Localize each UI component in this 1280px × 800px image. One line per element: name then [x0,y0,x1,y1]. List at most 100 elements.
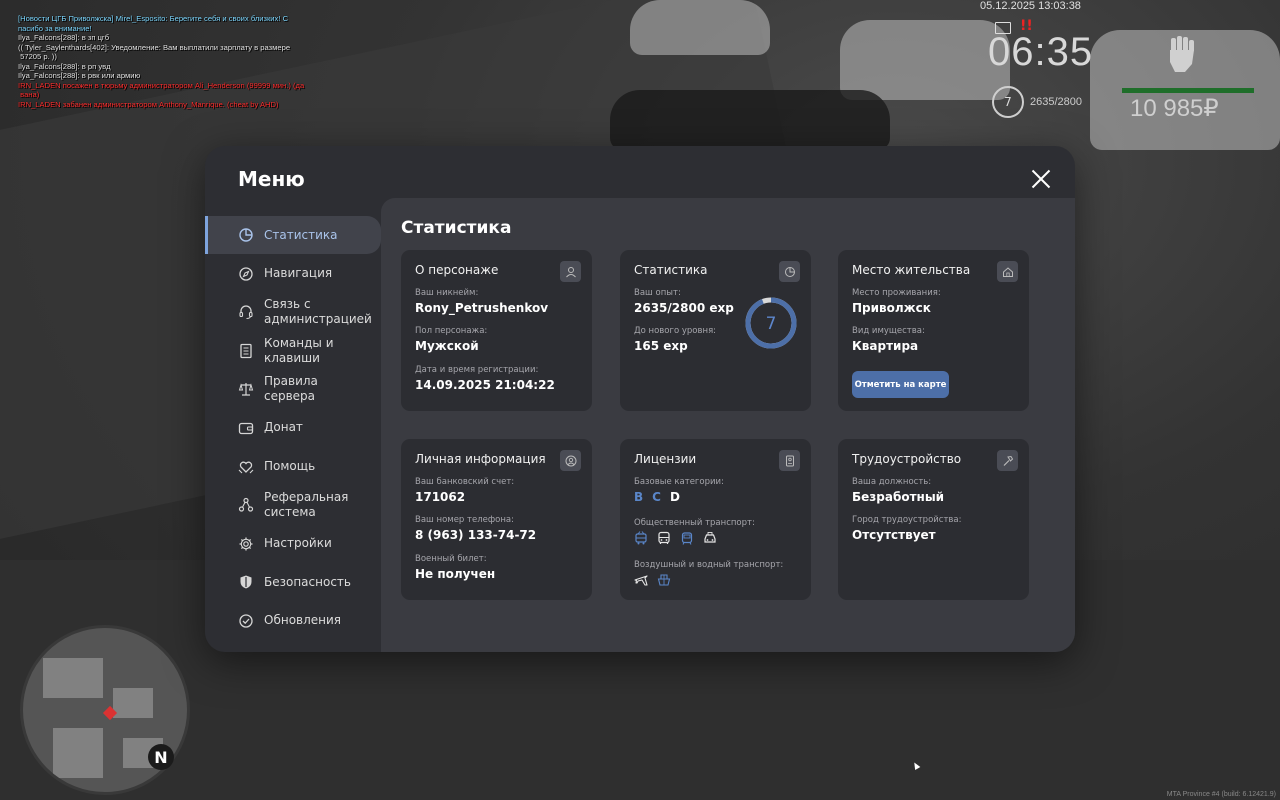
chat-line: IRN_LADEN забанен администратором Anthon… [18,99,279,109]
chat-line: Ilya_Falcons[288]: в зп цгб [18,33,110,42]
exp-label: Ваш опыт: [634,288,681,298]
card-employment: Трудоустройство Ваша должность: Безработ… [838,439,1029,600]
health-bar [1122,88,1254,93]
registration-label: Дата и время регистрации: [415,365,539,375]
sidebar-item[interactable]: Связь с администрацией [205,293,381,331]
nickname-label: Ваш никнейм: [415,288,479,298]
north-indicator: N [148,744,174,770]
tram-icon [681,532,693,545]
hammer-icon [997,450,1018,471]
next-level-label: До нового уровня: [634,326,717,336]
bank-account-value: 171062 [415,490,466,504]
sidebar-item[interactable]: Безопасность [205,563,381,601]
card-licenses: Лицензии Базовые категории: BCD Обществе… [620,439,811,600]
content-title: Статистика [401,218,512,238]
sidebar-item-label: Донат [264,420,303,435]
registration-value: 14.09.2025 21:04:22 [415,378,555,392]
sidebar-item[interactable]: Реферальная система [205,486,381,524]
job-position-label: Ваша должность: [852,477,932,487]
gender-value: Мужской [415,339,479,353]
build-info: MTA Province #4 (build: 6.12421.9) [1166,791,1276,798]
sidebar-item-label: Реферальная система [264,490,349,520]
chat-line: (( Tyler_Saylenthards[402]: Уведомление:… [18,42,291,52]
card-personal: Личная информация Ваш банковский счет: 1… [401,439,592,600]
card-title: Лицензии [634,452,697,466]
sidebar-item[interactable]: Навигация [205,255,381,293]
home-icon [997,261,1018,282]
chat-line: 57205 р. )) [18,52,57,61]
pie-chart-icon [779,261,800,282]
license-category: C [652,490,661,504]
phone-label: Ваш номер телефона: [415,515,514,525]
sidebar-item-label: Обновления [264,613,342,628]
public-transport-label: Общественный транспорт: [634,518,755,528]
sidebar-item[interactable]: Помощь [205,448,381,486]
sidebar-item[interactable]: Донат [205,409,381,447]
public-transport-icons [634,531,717,545]
menu-title: Меню [238,167,305,191]
hud-date: 05.12.2025 13:03:38 [980,0,1081,12]
chat-log: [Новости ЦГБ Приволжска] Mirel_Esposito:… [18,14,358,109]
level-progress-ring: 7 [745,297,797,349]
chat-line: пасибо за внимание! [18,23,92,33]
content-panel: Статистика О персонаже Ваш никнейм: Rony… [381,198,1075,652]
sidebar-item[interactable]: Настройки [205,525,381,563]
chat-line: Ilya_Falcons[288]: в рп увд [18,61,111,71]
job-city-label: Город трудоустройства: [852,515,962,525]
hud-money: 10 985₽ [1130,95,1219,122]
mark-on-map-button[interactable]: Отметить на карте [852,371,949,398]
sidebar-item-label: Команды и клавиши [264,335,334,365]
sidebar-item-label: Статистика [264,227,338,242]
sidebar: Статистика Навигация Связь с администрацие… [205,216,381,641]
trolleybus-icon [635,531,647,545]
card-residence: Место жительства Место проживания: Приво… [838,250,1029,411]
air-water-icons [634,573,671,587]
update-check-icon [239,614,253,628]
gender-label: Пол персонажа: [415,326,488,336]
sidebar-item-label: Навигация [264,266,333,281]
taxi-icon [704,532,716,543]
gear-icon [239,537,253,551]
scales-icon [238,383,254,396]
exp-value: 2635/2800 exp [634,301,734,315]
boat-icon [657,574,671,586]
sidebar-item[interactable]: Обновления [205,602,381,640]
user-circle-icon [560,450,581,471]
job-city-value: Отсутствует [852,528,936,542]
card-stats: Статистика Ваш опыт: 2635/2800 exp До но… [620,250,811,411]
menu-window: Меню Статистика Навигация Связь с админист… [205,146,1075,652]
bank-account-label: Ваш банковский счет: [415,477,515,487]
fist-icon [1170,36,1194,72]
residence-place-label: Место проживания: [852,288,941,298]
air-water-transport-label: Воздушный и водный транспорт: [634,560,784,570]
base-categories: BCD [634,490,680,504]
license-category: B [634,490,644,504]
sidebar-item[interactable]: Правила сервера [205,370,381,408]
property-type-label: Вид имущества: [852,326,925,336]
heart-hands-icon [238,461,254,473]
next-level-value: 165 exp [634,339,688,353]
referral-network-icon [238,498,254,512]
compass-icon [239,266,253,281]
sidebar-item-label: Безопасность [264,574,351,589]
card-title: Место жительства [852,263,971,277]
military-id-value: Не получен [415,567,496,581]
close-button[interactable] [1030,168,1052,190]
license-category: D [669,490,680,504]
sidebar-item-label: Связь с администрацией [264,297,372,327]
hud-time: 06:35 [988,30,1094,74]
chat-line: [Новости ЦГБ Приволжска] Mirel_Esposito:… [18,14,289,23]
job-position-value: Безработный [852,490,945,504]
sidebar-item-label: Настройки [264,536,332,551]
sidebar-item-label: Помощь [264,459,316,474]
shield-icon [240,575,252,589]
user-icon [560,261,581,282]
sidebar-item[interactable]: Статистика [205,216,381,254]
sidebar-item[interactable]: Команды и клавиши [205,332,381,370]
chat-line: Ilya_Falcons[288]: в рвк или армию [18,71,141,80]
sidebar-item-label: Правила сервера [264,374,318,404]
card-character: О персонаже Ваш никнейм: Rony_Petrushenk… [401,250,592,411]
card-title: Трудоустройство [852,452,962,466]
headset-icon [239,305,253,320]
hud-level: 7 [992,86,1024,118]
